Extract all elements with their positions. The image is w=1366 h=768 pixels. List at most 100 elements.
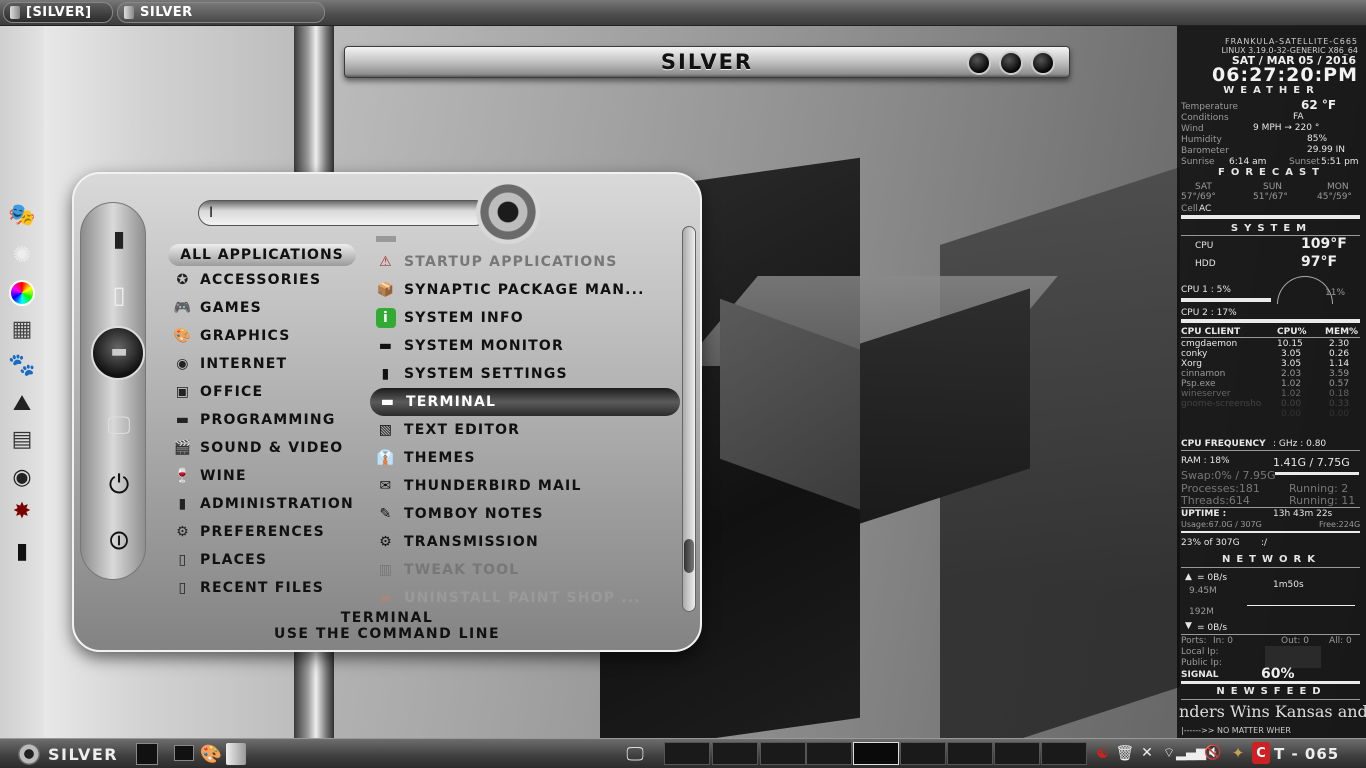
workspace-2[interactable] xyxy=(712,742,758,765)
calendar-c-icon[interactable]: C xyxy=(1252,742,1270,764)
taskbar-item-silver-active[interactable]: [SILVER] xyxy=(3,2,113,23)
category-programming[interactable]: ▬ PROGRAMMING xyxy=(174,408,336,432)
home-folder-icon[interactable]: ▯ xyxy=(104,280,134,310)
paint-palette-icon[interactable]: 🎨 xyxy=(200,743,222,765)
workspace-8[interactable] xyxy=(994,742,1040,765)
workspace-9[interactable] xyxy=(1041,742,1087,765)
app-terminal[interactable]: ▬ TERMINAL xyxy=(370,388,680,416)
panel-clock[interactable]: T - 065 xyxy=(1274,742,1339,766)
workspace-3[interactable] xyxy=(760,742,806,765)
app-thunderbird[interactable]: ✉ THUNDERBIRD MAIL xyxy=(376,474,582,498)
workspace-7[interactable] xyxy=(947,742,993,765)
desktop-icon[interactable]: 🖵 xyxy=(624,743,646,765)
cell-value: AC xyxy=(1199,204,1212,214)
system-header: SYSTEM xyxy=(1230,223,1313,234)
computer-icon[interactable]: 🖵 xyxy=(104,410,134,440)
gimp-icon[interactable]: 🐾 xyxy=(7,350,37,380)
yin-yang-icon[interactable]: ☯ xyxy=(1094,744,1112,762)
accessories-icon: ✪ xyxy=(176,272,190,288)
cpu1-bar xyxy=(1181,298,1271,302)
logout-icon[interactable]: ⏻ xyxy=(104,470,134,500)
office-icon: ▣ xyxy=(175,384,191,400)
app-system-settings[interactable]: ▮ SYSTEM SETTINGS xyxy=(376,362,568,386)
category-office[interactable]: ▣ OFFICE xyxy=(174,380,263,404)
taskbar-item-silver[interactable]: SILVER xyxy=(117,2,325,23)
menu-gear-icon[interactable] xyxy=(18,743,40,765)
app-synaptic[interactable]: 📦 SYNAPTIC PACKAGE MAN... xyxy=(376,278,645,302)
file-manager-icon[interactable]: ▮ xyxy=(7,536,37,566)
category-sound-video[interactable]: 🎬 SOUND & VIDEO xyxy=(174,436,343,460)
category-accessories[interactable]: ✪ ACCESSORIES xyxy=(174,268,321,292)
theater-masks-icon[interactable]: 🎭 xyxy=(7,200,37,230)
category-all-applications[interactable]: ALL APPLICATIONS xyxy=(168,244,356,266)
calculator-icon[interactable]: ▦ xyxy=(7,314,37,344)
game-icon[interactable]: ✸ xyxy=(7,496,37,526)
disk-mount: :/ xyxy=(1261,538,1268,548)
app-tweak-tool[interactable]: ▥ TWEAK TOOL xyxy=(376,558,519,582)
terminal-launcher-icon[interactable] xyxy=(174,745,194,761)
signal-bars-icon[interactable]: ▂▄▆ xyxy=(1176,744,1206,762)
category-graphics[interactable]: 🎨 GRAPHICS xyxy=(174,324,291,348)
category-games[interactable]: 🎮 GAMES xyxy=(174,296,262,320)
app-list-scrollbar[interactable] xyxy=(682,226,696,612)
calendar-icon[interactable]: ▤ xyxy=(7,424,37,454)
app-system-monitor[interactable]: ▬ SYSTEM MONITOR xyxy=(376,334,564,358)
download-total: 192M xyxy=(1189,607,1214,617)
volume-muted-icon[interactable]: 🔇 xyxy=(1204,744,1222,762)
news-headline[interactable]: nders Wins Kansas and xyxy=(1179,702,1366,721)
humidity-value: 85% xyxy=(1307,134,1328,144)
maximize-button[interactable] xyxy=(999,51,1023,75)
steam-icon[interactable]: ◉ xyxy=(7,462,37,492)
app-tomboy-notes[interactable]: ✎ TOMBOY NOTES xyxy=(376,502,544,526)
category-preferences[interactable]: ⚙ PREFERENCES xyxy=(174,520,325,544)
app-system-info[interactable]: i SYSTEM INFO xyxy=(376,306,524,330)
wallpaper-edge xyxy=(0,26,44,738)
shutdown-icon[interactable]: ⏼ xyxy=(104,526,134,556)
file-manager-launcher-icon[interactable] xyxy=(226,743,246,765)
category-administration[interactable]: ▮ ADMINISTRATION xyxy=(174,492,354,516)
category-wine[interactable]: 🍷 WINE xyxy=(174,464,247,488)
forecast-day: SAT xyxy=(1195,182,1212,192)
running-threads-count: Running: 11 xyxy=(1289,494,1356,507)
minimize-button[interactable] xyxy=(967,51,991,75)
image-viewer-icon[interactable]: ⛰ xyxy=(7,388,37,418)
scrollbar-thumb[interactable] xyxy=(684,539,694,573)
hostname: FRANKULA-SATELLITE-C665 xyxy=(1225,37,1358,46)
proc-cpu: 10.15 xyxy=(1277,339,1303,349)
gear-icon xyxy=(476,180,540,244)
window-titlebar[interactable]: SILVER xyxy=(344,46,1070,78)
show-desktop-icon[interactable] xyxy=(136,743,158,765)
game-launcher-icon[interactable]: ✦ xyxy=(1228,743,1248,763)
bluetooth-off-icon[interactable]: ✕ xyxy=(1138,744,1156,762)
close-button[interactable] xyxy=(1031,51,1055,75)
workspace-1[interactable] xyxy=(664,742,710,765)
app-startup-applications[interactable]: ⚠ STARTUP APPLICATIONS xyxy=(376,250,618,274)
workspace-5-active[interactable] xyxy=(853,742,899,765)
trash-icon[interactable]: 🗑 xyxy=(1115,744,1134,762)
globe-icon: ◉ xyxy=(176,356,190,372)
gear-burst-icon[interactable]: ✺ xyxy=(7,240,37,270)
network-divider xyxy=(1181,567,1360,568)
category-recent-files[interactable]: ▯ RECENT FILES xyxy=(174,576,324,600)
conditions-label: Conditions xyxy=(1181,113,1229,123)
workspace-6[interactable] xyxy=(900,742,946,765)
app-themes[interactable]: 👔 THEMES xyxy=(376,446,476,470)
workspace-4[interactable] xyxy=(806,742,852,765)
freq-divider xyxy=(1181,450,1360,451)
category-internet[interactable]: ◉ INTERNET xyxy=(174,352,287,376)
color-wheel-icon[interactable] xyxy=(7,278,37,308)
upload-total: 9.45M xyxy=(1189,586,1217,596)
proc-mem: 2.30 xyxy=(1329,339,1350,349)
app-text-editor[interactable]: ▧ TEXT EDITOR xyxy=(376,418,520,442)
search-input[interactable]: I xyxy=(198,200,488,226)
hdd-temp-label: HDD xyxy=(1195,259,1216,269)
app-transmission[interactable]: ⚙ TRANSMISSION xyxy=(376,530,539,554)
file-manager-icon[interactable]: ▮ xyxy=(104,224,134,254)
menu-button-label[interactable]: SILVER xyxy=(48,742,118,766)
settings-icon: ▮ xyxy=(381,366,391,382)
swap-label: Swap:0% / 7.95G xyxy=(1181,469,1276,482)
app-uninstall-paint-shop[interactable]: ▰ UNINSTALL PAINT SHOP ... xyxy=(376,586,641,610)
category-places[interactable]: ▯ PLACES xyxy=(174,548,267,572)
proc-mem: 3.59 xyxy=(1329,369,1350,379)
sunset-value: 5:51 pm xyxy=(1321,157,1359,167)
